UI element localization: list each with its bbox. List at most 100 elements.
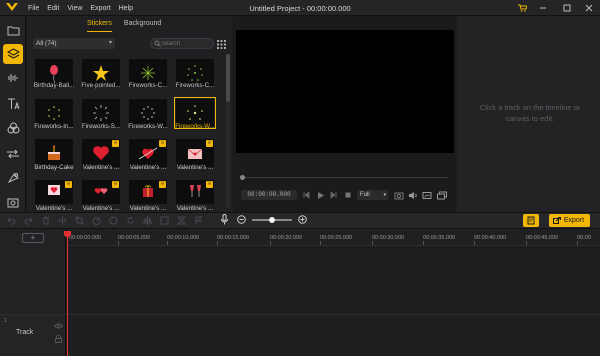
ruler-tick bbox=[217, 241, 218, 245]
ruler-tick-label: 00:00:00.000 bbox=[69, 235, 102, 241]
elements-icon[interactable] bbox=[3, 192, 23, 212]
prev-frame-icon[interactable] bbox=[300, 189, 312, 201]
transitions-icon[interactable] bbox=[3, 144, 23, 164]
sticker-label: Valentine's ... bbox=[129, 164, 167, 171]
ruler-tick-label: 00:00:30.000 bbox=[372, 235, 405, 241]
text-icon[interactable] bbox=[3, 94, 23, 114]
text-to-speech-icon bbox=[527, 216, 535, 225]
menu-help[interactable]: Help bbox=[119, 5, 133, 12]
stickers-icon[interactable] bbox=[3, 44, 23, 64]
speed-icon[interactable] bbox=[91, 215, 102, 226]
ruler-tick bbox=[577, 241, 578, 245]
zoom-in-icon[interactable] bbox=[297, 214, 308, 225]
media-icon[interactable] bbox=[3, 20, 23, 40]
lock-icon[interactable] bbox=[53, 333, 64, 344]
sticker-card[interactable]: ⇩ bbox=[82, 139, 120, 167]
ruler-tick bbox=[474, 241, 475, 245]
search-input[interactable] bbox=[161, 40, 211, 48]
properties-panel: Click a track on the timeline or canvas … bbox=[457, 16, 600, 212]
redo-icon[interactable] bbox=[23, 215, 34, 226]
stop-icon[interactable] bbox=[342, 189, 354, 201]
tab-background[interactable]: Background bbox=[124, 20, 161, 32]
sticker-card[interactable]: ⇩ bbox=[129, 139, 167, 167]
app-logo-icon bbox=[6, 3, 18, 11]
ruler-tick bbox=[118, 241, 119, 245]
menu-edit[interactable]: Edit bbox=[47, 5, 59, 12]
sticker-card[interactable]: ⇩ bbox=[176, 180, 214, 204]
sticker-card[interactable]: ⇩ bbox=[82, 180, 120, 204]
sticker-card[interactable] bbox=[35, 139, 73, 167]
next-frame-icon[interactable] bbox=[328, 189, 340, 201]
seek-bar[interactable] bbox=[241, 177, 448, 178]
mirror-icon[interactable] bbox=[142, 215, 153, 226]
fullscreen-icon[interactable] bbox=[436, 189, 448, 201]
delete-icon[interactable] bbox=[40, 215, 51, 226]
ruler-tick-label: 00:00:35.000 bbox=[423, 235, 456, 241]
text-to-speech-button[interactable] bbox=[523, 214, 539, 227]
play-icon[interactable] bbox=[314, 189, 326, 201]
maximize-button[interactable] bbox=[557, 0, 577, 16]
mark-icon[interactable] bbox=[193, 215, 204, 226]
undo-icon[interactable] bbox=[6, 215, 17, 226]
preview-canvas[interactable] bbox=[236, 30, 454, 153]
chevron-down-icon: ▾ bbox=[383, 192, 386, 198]
sticker-label: Valentine's ... bbox=[176, 164, 214, 171]
close-button[interactable] bbox=[579, 0, 599, 16]
export-button[interactable]: Export bbox=[549, 214, 590, 227]
grid-view-icon[interactable] bbox=[217, 39, 226, 50]
ruler-tick bbox=[372, 241, 373, 245]
audio-icon[interactable] bbox=[3, 68, 23, 88]
download-icon[interactable]: ⇩ bbox=[206, 140, 213, 147]
playhead[interactable] bbox=[67, 232, 68, 356]
download-icon[interactable]: ⇩ bbox=[206, 181, 213, 188]
download-icon[interactable]: ⇩ bbox=[65, 181, 72, 188]
menu-export[interactable]: Export bbox=[90, 5, 110, 12]
preview-zoom-select[interactable]: Full ▾ bbox=[357, 190, 388, 200]
tab-stickers[interactable]: Stickers bbox=[87, 20, 112, 32]
eye-icon[interactable] bbox=[53, 320, 64, 331]
filters-icon[interactable] bbox=[3, 168, 23, 188]
sticker-card[interactable]: ⇩ bbox=[176, 139, 214, 167]
sticker-card[interactable]: ⇩ bbox=[129, 180, 167, 204]
chevron-down-icon: ▾ bbox=[108, 40, 112, 46]
cart-icon[interactable] bbox=[512, 0, 532, 16]
category-filter-value: All (74) bbox=[36, 40, 57, 47]
sticker-label: Fireworks-S... bbox=[81, 123, 121, 130]
crop-icon[interactable] bbox=[74, 215, 85, 226]
download-icon[interactable]: ⇩ bbox=[159, 140, 166, 147]
seek-handle[interactable] bbox=[240, 175, 245, 180]
aspect-ratio-icon[interactable] bbox=[421, 189, 433, 201]
ruler-tick bbox=[526, 241, 527, 245]
zoom-out-icon[interactable] bbox=[236, 214, 247, 225]
rotate-icon[interactable] bbox=[125, 215, 136, 226]
menu-view[interactable]: View bbox=[67, 5, 82, 12]
panel-scroll-thumb[interactable] bbox=[226, 54, 230, 102]
sticker-label: Fireworks-C... bbox=[128, 82, 168, 89]
category-filter-dropdown[interactable]: All (74) ▾ bbox=[33, 38, 115, 49]
sticker-label: Fireworks-In... bbox=[34, 123, 74, 130]
color-icon[interactable] bbox=[108, 215, 119, 226]
download-icon[interactable]: ⇩ bbox=[112, 140, 119, 147]
volume-icon[interactable] bbox=[407, 189, 419, 201]
export-label: Export bbox=[563, 217, 585, 224]
timeline-zoom-handle[interactable] bbox=[269, 217, 275, 223]
sticker-label: Valentine's ... bbox=[129, 205, 167, 212]
split-icon[interactable] bbox=[57, 215, 68, 226]
effects-icon[interactable] bbox=[3, 118, 23, 138]
freeze-frame-icon[interactable] bbox=[159, 215, 170, 226]
sticker-search[interactable] bbox=[150, 38, 214, 49]
sticker-label: Valentine's ... bbox=[35, 205, 73, 212]
track-number: 1 bbox=[4, 318, 8, 324]
snapshot-icon[interactable] bbox=[393, 189, 405, 201]
properties-hint: Click a track on the timeline or canvas … bbox=[479, 103, 581, 123]
minimize-button[interactable] bbox=[533, 0, 553, 16]
download-icon[interactable]: ⇩ bbox=[112, 181, 119, 188]
microphone-icon[interactable] bbox=[219, 214, 230, 225]
menu-file[interactable]: File bbox=[28, 5, 39, 12]
ruler-tick bbox=[320, 241, 321, 245]
sticker-card[interactable]: ⇩ bbox=[35, 180, 73, 204]
duration-icon[interactable] bbox=[176, 215, 187, 226]
download-icon[interactable]: ⇩ bbox=[159, 181, 166, 188]
track-row[interactable] bbox=[0, 314, 600, 356]
add-track-button[interactable]: + bbox=[22, 233, 44, 243]
